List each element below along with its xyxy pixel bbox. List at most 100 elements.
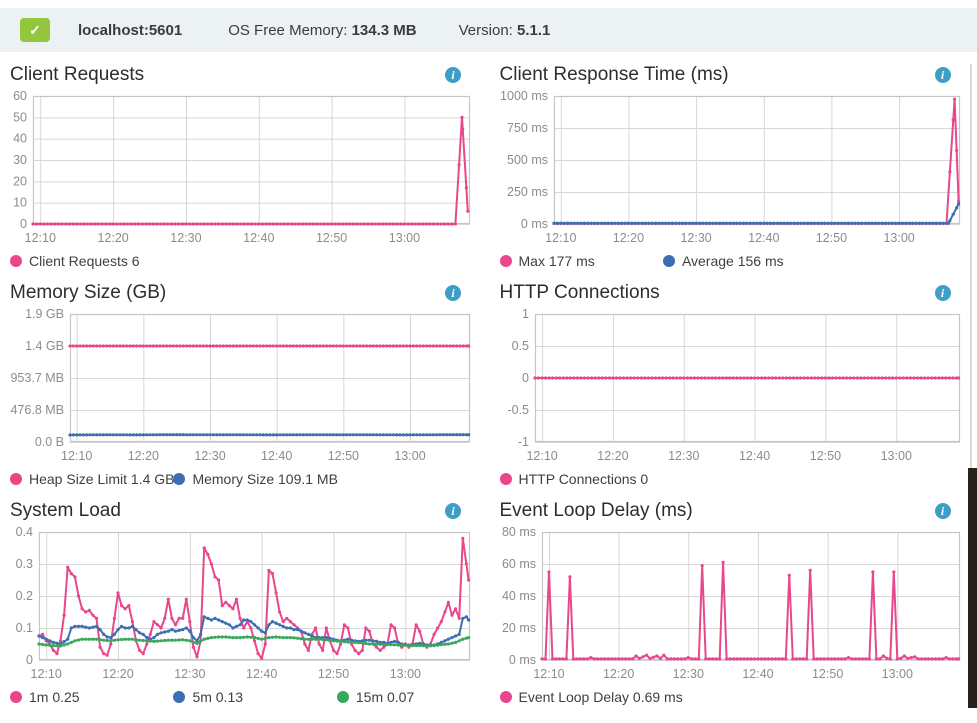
x-tick-label: 12:10 — [533, 667, 564, 681]
x-tick-label: 12:30 — [680, 231, 711, 245]
chart-memory-size: Memory Size (GB) i 0.0 B476.8 MB953.7 MB1.… — [8, 278, 479, 496]
y-tick-label: 500 ms — [507, 153, 548, 167]
series-5m — [37, 615, 470, 647]
legend-dot — [10, 473, 22, 485]
x-tick-label: 13:00 — [394, 449, 425, 463]
x-tick-label: 12:10 — [25, 231, 56, 245]
y-tick-label: 80 ms — [501, 526, 535, 539]
x-tick-label: 12:40 — [748, 231, 779, 245]
chart-header-event-loop-delay: Event Loop Delay (ms)i — [498, 496, 969, 526]
x-tick-label: 12:20 — [612, 231, 643, 245]
charts-grid: Client Requestsi010203040506012:1012:201… — [0, 52, 977, 714]
info-icon[interactable]: i — [445, 503, 461, 519]
y-tick-label: 20 ms — [501, 621, 535, 635]
version-label: Version: — [459, 22, 513, 39]
y-tick-label: 0.2 — [16, 589, 33, 603]
legend-client-response-time: Max 177 ms Average 156 ms — [498, 248, 969, 278]
legend-item: 1m 0.25 — [10, 689, 173, 705]
legend-item: Client Requests 6 — [10, 253, 140, 269]
legend-item: HTTP Connections 0 — [500, 471, 649, 487]
y-tick-label: 0 — [26, 653, 33, 667]
y-tick-label: 0 ms — [508, 653, 535, 667]
info-icon[interactable]: i — [935, 67, 951, 83]
legend-item: Max 177 ms — [500, 253, 663, 269]
chart-canvas-memory-size[interactable]: 0.0 B476.8 MB953.7 MB1.4 GB1.9 GB12:1012… — [8, 308, 479, 466]
y-tick-label: 0 ms — [520, 217, 547, 231]
legend-label: Max 177 ms — [519, 253, 595, 269]
legend-label: Heap Size Limit 1.4 GB — [29, 471, 175, 487]
legend-client-requests: Client Requests 6 — [8, 248, 479, 278]
x-tick-label: 12:10 — [61, 449, 92, 463]
y-tick-label: 40 ms — [501, 589, 535, 603]
x-tick-label: 12:30 — [672, 667, 703, 681]
os-free-memory-value: 134.3 MB — [352, 22, 417, 39]
y-tick-label: 50 — [13, 110, 27, 124]
series-1m — [37, 537, 470, 660]
screen-edge-artifact — [968, 468, 977, 708]
chart-title-memory-size: Memory Size (GB) — [10, 282, 166, 304]
chart-event-loop-delay: Event Loop Delay (ms)i0 ms20 ms40 ms60 m… — [498, 496, 969, 714]
version: Version: 5.1.1 — [459, 22, 551, 39]
chart-canvas-event-loop-delay[interactable]: 0 ms20 ms40 ms60 ms80 ms12:1012:2012:301… — [498, 526, 969, 684]
info-icon[interactable]: i — [445, 285, 461, 301]
legend-item: 15m 0.07 — [337, 689, 414, 705]
x-tick-label: 12:20 — [597, 449, 628, 463]
x-tick-label: 12:20 — [128, 449, 159, 463]
gridlines — [554, 96, 960, 225]
x-tick-label: 12:50 — [328, 449, 359, 463]
x-tick-label: 13:00 — [390, 667, 421, 681]
chart-title-system-load: System Load — [10, 500, 121, 522]
host-label: localhost:5601 — [78, 22, 182, 39]
legend-dot — [173, 473, 185, 485]
y-tick-label: 40 — [13, 132, 27, 146]
y-tick-label: 30 — [13, 153, 27, 167]
x-tick-label: 12:20 — [97, 231, 128, 245]
legend-item: Heap Size Limit 1.4 GB — [10, 471, 173, 487]
x-tick-label: 12:30 — [174, 667, 205, 681]
x-tick-label: 12:50 — [815, 231, 846, 245]
x-tick-label: 12:50 — [809, 449, 840, 463]
legend-item: Event Loop Delay 0.69 ms — [500, 689, 683, 705]
series-memory-size — [68, 433, 470, 437]
x-tick-label: 12:30 — [194, 449, 225, 463]
legend-item: 5m 0.13 — [173, 689, 336, 705]
chart-canvas-client-requests[interactable]: 010203040506012:1012:2012:3012:4012:5013… — [8, 90, 479, 248]
x-tick-label: 12:20 — [602, 667, 633, 681]
x-tick-label: 12:40 — [738, 449, 769, 463]
chart-title-client-requests: Client Requests — [10, 64, 144, 86]
chart-header-http-connections: HTTP Connections i — [498, 278, 969, 308]
legend-item: Memory Size 109.1 MB — [173, 471, 338, 487]
series-http-connections — [533, 376, 960, 379]
os-free-memory: OS Free Memory: 134.3 MB — [228, 22, 416, 39]
legend-label: Client Requests 6 — [29, 253, 140, 269]
x-tick-label: 13:00 — [880, 449, 911, 463]
legend-dot — [10, 255, 22, 267]
y-tick-label: 0 — [20, 217, 27, 231]
x-tick-label: 12:50 — [318, 667, 349, 681]
legend-http-connections: HTTP Connections 0 — [498, 466, 969, 496]
info-icon[interactable]: i — [445, 67, 461, 83]
y-tick-label: 60 — [13, 90, 27, 103]
y-tick-label: 0 — [522, 371, 529, 385]
chart-canvas-http-connections[interactable]: -1-0.500.5112:1012:2012:3012:4012:5013:0… — [498, 308, 969, 466]
info-icon[interactable]: i — [935, 285, 951, 301]
info-icon[interactable]: i — [935, 503, 951, 519]
chart-canvas-client-response-time[interactable]: 0 ms250 ms500 ms750 ms1000 ms12:1012:201… — [498, 90, 969, 248]
chart-canvas-system-load[interactable]: 00.10.20.30.412:1012:2012:3012:4012:5013… — [8, 526, 479, 684]
x-tick-label: 12:30 — [170, 231, 201, 245]
y-tick-label: -1 — [517, 435, 528, 449]
x-tick-label: 12:40 — [243, 231, 274, 245]
status-bar: ✓ localhost:5601 OS Free Memory: 134.3 M… — [0, 8, 977, 52]
chart-system-load: System Loadi00.10.20.30.412:1012:2012:30… — [8, 496, 479, 714]
legend-item: Average 156 ms — [663, 253, 784, 269]
legend-dot — [337, 691, 349, 703]
x-tick-label: 12:30 — [668, 449, 699, 463]
legend-dot — [500, 473, 512, 485]
chart-title-http-connections: HTTP Connections — [500, 282, 660, 304]
legend-memory-size: Heap Size Limit 1.4 GB Memory Size 109.1 … — [8, 466, 479, 496]
legend-label: Memory Size 109.1 MB — [192, 471, 338, 487]
y-tick-label: 1.4 GB — [25, 339, 64, 353]
chart-header-memory-size: Memory Size (GB) i — [8, 278, 479, 308]
chart-header-client-response-time: Client Response Time (ms)i — [498, 60, 969, 90]
legend-dot — [663, 255, 675, 267]
